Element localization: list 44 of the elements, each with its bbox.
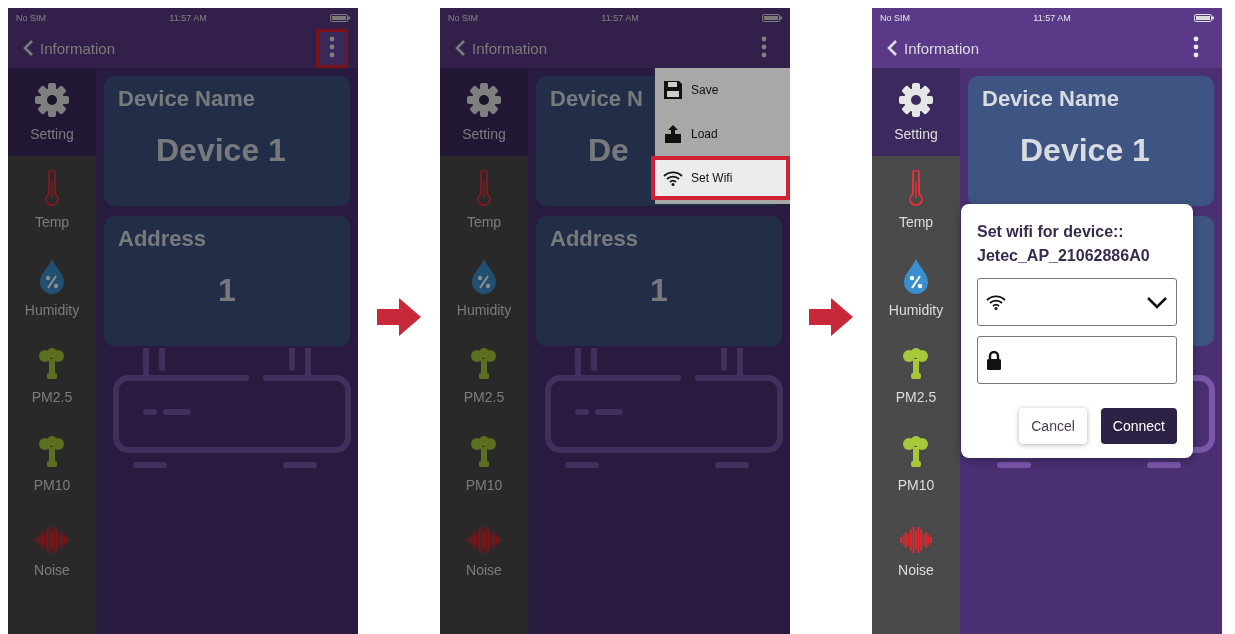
card-value: Device 1: [1020, 132, 1150, 169]
time-text: 11:57 AM: [601, 13, 639, 23]
sidebar-item[interactable]: Temp: [8, 156, 96, 244]
sidebar-item[interactable]: Noise: [872, 508, 960, 596]
sidebar-item[interactable]: Noise: [440, 508, 528, 596]
card-title: Device N: [550, 86, 643, 112]
sidebar-item[interactable]: PM10: [8, 420, 96, 508]
card-title: Device Name: [118, 86, 255, 112]
sidebar-item[interactable]: Setting: [440, 68, 528, 156]
carrier-text: No SIM: [448, 13, 478, 23]
card-value: 1: [218, 272, 236, 309]
sidebar-item[interactable]: Humidity: [440, 244, 528, 332]
card-value: Device 1: [156, 132, 286, 169]
carrier-text: No SIM: [16, 13, 46, 23]
menu-item[interactable]: Set Wifi: [651, 156, 790, 200]
device-id-text: Jetec_AP_21062886A0: [977, 246, 1151, 266]
sidebar-item[interactable]: PM2.5: [440, 332, 528, 420]
card-title: Address: [118, 226, 207, 252]
card-value: 1: [650, 272, 668, 309]
carrier-text: No SIM: [880, 13, 910, 23]
card-title: Address: [550, 226, 639, 252]
time-text: 11:57 AM: [169, 13, 207, 23]
connect-button[interactable]: Connect: [1100, 408, 1177, 444]
sidebar-item[interactable]: PM10: [440, 420, 528, 508]
time-text: 11:57 AM: [1033, 13, 1071, 23]
dialog-title: Set wifi for device::: [977, 222, 1125, 242]
sidebar-item[interactable]: Humidity: [872, 244, 960, 332]
sidebar-item[interactable]: Setting: [872, 68, 960, 156]
sidebar-item[interactable]: PM2.5: [8, 332, 96, 420]
sidebar-item[interactable]: Setting: [8, 68, 96, 156]
sidebar-item[interactable]: PM10: [872, 420, 960, 508]
back-button[interactable]: Information: [454, 39, 548, 57]
menu-item[interactable]: Save: [655, 68, 790, 112]
sidebar-item[interactable]: Temp: [872, 156, 960, 244]
menu-item[interactable]: Load: [655, 112, 790, 156]
sidebar-item[interactable]: PM2.5: [872, 332, 960, 420]
sidebar-item[interactable]: Humidity: [8, 244, 96, 332]
sidebar-item[interactable]: Temp: [440, 156, 528, 244]
back-button[interactable]: Information: [22, 39, 116, 57]
card-value: De: [588, 132, 629, 169]
cancel-button[interactable]: Cancel: [1019, 408, 1087, 444]
back-button[interactable]: Information: [886, 39, 980, 57]
sidebar-item[interactable]: Noise: [8, 508, 96, 596]
card-title: Device Name: [982, 86, 1119, 112]
